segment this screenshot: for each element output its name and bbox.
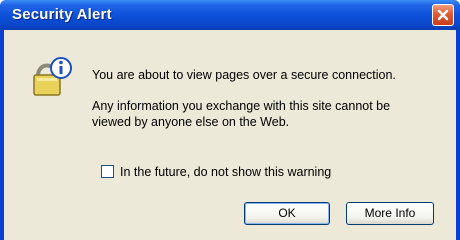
dialog-body: You are about to view pages over a secur… [4,30,456,240]
ok-button[interactable]: OK [244,202,330,225]
security-alert-window: Security Alert You are about to view pag… [0,0,460,240]
window-title: Security Alert [12,6,112,23]
dont-show-warning-checkbox[interactable] [101,165,114,178]
close-icon [437,9,449,21]
privacy-message: Any information you exchange with this s… [92,99,391,129]
dont-show-warning-label[interactable]: In the future, do not show this warning [120,164,331,180]
more-info-button[interactable]: More Info [346,202,434,225]
secure-connection-message: You are about to view pages over a secur… [92,68,396,82]
title-bar[interactable]: Security Alert [0,0,460,30]
security-info-icon [33,57,72,96]
close-button[interactable] [432,4,454,26]
